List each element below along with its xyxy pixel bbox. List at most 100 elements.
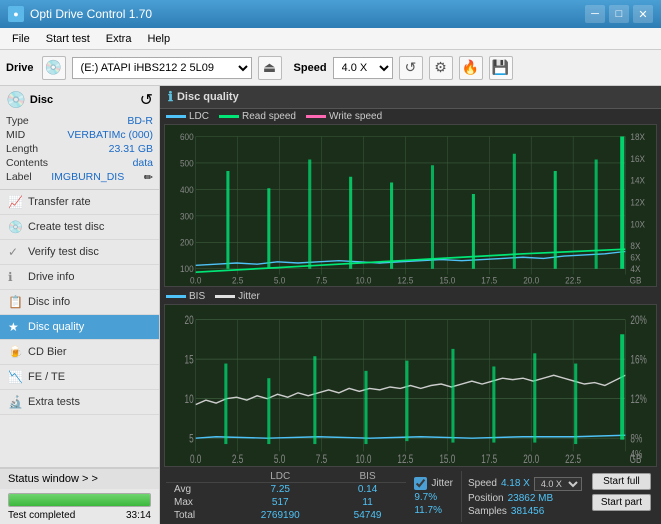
svg-text:8%: 8% (630, 433, 642, 446)
sidebar-item-extra-tests[interactable]: 🔬 Extra tests (0, 390, 159, 415)
top-chart-legend: LDC Read speed Write speed (160, 109, 661, 124)
jitter-max-row: 11.7% (414, 505, 453, 516)
ldc-color (166, 115, 186, 118)
jitter-label: Jitter (238, 291, 260, 302)
read-speed-label: Read speed (242, 111, 296, 122)
extra-tests-icon: 🔬 (8, 395, 22, 409)
legend-bis: BIS (166, 291, 205, 302)
total-ldc: 2769190 (232, 509, 329, 522)
maximize-button[interactable]: □ (609, 5, 629, 23)
stats-area: LDC BIS Avg 7.25 0.14 Max 517 11 (160, 469, 661, 524)
titlebar: ● Opti Drive Control 1.70 ─ □ ✕ (0, 0, 661, 28)
position-label: Position (468, 493, 504, 504)
jitter-text: Jitter (431, 478, 453, 489)
sidebar-item-cd-bier[interactable]: 🍺 CD Bier (0, 340, 159, 365)
save-button[interactable]: 💾 (489, 56, 513, 80)
status-window-button[interactable]: Status window > > (0, 468, 159, 489)
col-bis: BIS (329, 471, 407, 483)
samples-row: Samples 381456 (468, 506, 582, 517)
disc-label-edit-icon[interactable]: ✏ (144, 171, 153, 184)
start-part-button[interactable]: Start part (592, 494, 651, 511)
svg-text:200: 200 (180, 237, 194, 248)
avg-label: Avg (166, 483, 232, 497)
drive-label: Drive (6, 62, 34, 74)
disc-contents-key: Contents (6, 157, 48, 169)
legend-jitter: Jitter (215, 291, 260, 302)
svg-text:2.5: 2.5 (232, 275, 244, 286)
disc-info-icon: 📋 (8, 295, 22, 309)
close-button[interactable]: ✕ (633, 5, 653, 23)
bottom-chart-legend: BIS Jitter (160, 289, 661, 304)
svg-text:17.5: 17.5 (481, 454, 497, 466)
sidebar-item-transfer-rate[interactable]: 📈 Transfer rate (0, 190, 159, 215)
col-ldc: LDC (232, 471, 329, 483)
max-ldc: 517 (232, 496, 329, 509)
speed-select[interactable]: 4.0 X (333, 57, 393, 79)
stats-table: LDC BIS Avg 7.25 0.14 Max 517 11 (166, 471, 406, 522)
sidebar-item-disc-info[interactable]: 📋 Disc info (0, 290, 159, 315)
sidebar-item-create-test[interactable]: 💿 Create test disc (0, 215, 159, 240)
drive-icon: 💿 (42, 56, 66, 80)
drive-select[interactable]: (E:) ATAPI iHBS212 2 5L09 (72, 57, 252, 79)
disc-quality-header: ℹ Disc quality (160, 86, 661, 109)
sidebar-item-fe-te[interactable]: 📉 FE / TE (0, 365, 159, 390)
sidebar-item-verify-test[interactable]: ✓ Verify test disc (0, 240, 159, 265)
sidebar-item-disc-quality[interactable]: ★ Disc quality (0, 315, 159, 340)
config-button[interactable]: ⚙ (429, 56, 453, 80)
jitter-color (215, 295, 235, 298)
chart-buttons: Start full Start part (588, 471, 655, 522)
menu-extra[interactable]: Extra (98, 31, 140, 47)
sidebar-item-drive-info[interactable]: ℹ Drive info (0, 265, 159, 290)
stats-avg-row: Avg 7.25 0.14 (166, 483, 406, 497)
menu-help[interactable]: Help (139, 31, 178, 47)
speed-display-row: Speed 4.18 X 4.0 X (468, 477, 582, 491)
svg-text:22.5: 22.5 (565, 454, 581, 466)
ldc-label: LDC (189, 111, 209, 122)
svg-text:GB: GB (630, 454, 642, 466)
position-row: Position 23862 MB (468, 493, 582, 504)
disc-refresh-icon[interactable]: ↺ (140, 90, 153, 110)
eject-button[interactable]: ⏏ (258, 56, 282, 80)
start-full-button[interactable]: Start full (592, 473, 651, 490)
status-row: Test completed 33:14 (4, 509, 155, 522)
svg-text:5.0: 5.0 (274, 275, 286, 286)
svg-text:17.5: 17.5 (481, 275, 497, 286)
disc-quality-header-icon: ℹ (168, 89, 173, 105)
minimize-button[interactable]: ─ (585, 5, 605, 23)
svg-text:GB: GB (630, 275, 642, 286)
disc-label-key: Label (6, 171, 32, 184)
toolbar: Drive 💿 (E:) ATAPI iHBS212 2 5L09 ⏏ Spee… (0, 50, 661, 86)
progress-bar-fill (9, 494, 150, 506)
svg-text:8X: 8X (630, 241, 640, 252)
disc-contents-val: data (133, 157, 153, 169)
app-title: Opti Drive Control 1.70 (30, 7, 152, 21)
burn-button[interactable]: 🔥 (459, 56, 483, 80)
disc-label-val: IMGBURN_DIS (51, 171, 124, 184)
content-area: ℹ Disc quality LDC Read speed Write spee… (160, 86, 661, 524)
speed-section: Speed 4.18 X 4.0 X Position 23862 MB Sam… (461, 471, 588, 522)
menu-file[interactable]: File (4, 31, 38, 47)
jitter-max-val: 11.7% (414, 505, 442, 516)
svg-text:0.0: 0.0 (190, 275, 202, 286)
position-val: 23862 MB (508, 493, 554, 504)
svg-text:400: 400 (180, 184, 194, 195)
disc-mid-row: MID VERBATIMc (000) (6, 128, 153, 142)
legend-read-speed: Read speed (219, 111, 296, 122)
fe-te-icon: 📉 (8, 370, 22, 384)
svg-text:18X: 18X (630, 131, 645, 142)
svg-text:10X: 10X (630, 219, 645, 230)
speed-setting-select[interactable]: 4.0 X (534, 477, 582, 491)
jitter-checkbox[interactable] (414, 477, 427, 490)
svg-text:12.5: 12.5 (397, 454, 413, 466)
read-speed-color (219, 115, 239, 118)
total-bis: 54749 (329, 509, 407, 522)
refresh-button[interactable]: ↺ (399, 56, 423, 80)
disc-type-row: Type BD-R (6, 114, 153, 128)
window-controls: ─ □ ✕ (585, 5, 653, 23)
menu-start-test[interactable]: Start test (38, 31, 98, 47)
stats-max-row: Max 517 11 (166, 496, 406, 509)
status-time: 33:14 (126, 510, 151, 521)
speed-static-label: Speed (468, 478, 497, 489)
svg-text:15: 15 (185, 354, 194, 367)
app-icon: ● (8, 6, 24, 22)
